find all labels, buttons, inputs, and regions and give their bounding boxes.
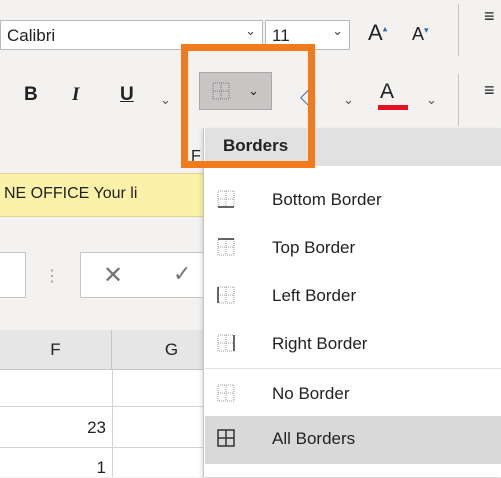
chevron-down-icon[interactable]: ⌄ (245, 23, 256, 39)
enter-check-icon[interactable]: ✓ (173, 261, 191, 287)
notification-bar: NE OFFICE Your li (0, 173, 210, 217)
menu-item-left-border[interactable]: Left Border (205, 273, 501, 321)
italic-button[interactable]: I (72, 84, 79, 106)
no-border-icon (217, 384, 235, 402)
underline-button[interactable]: U (120, 84, 134, 106)
menu-separator (205, 368, 501, 369)
decrease-font-size-icon[interactable]: A▾ (412, 24, 429, 45)
chevron-down-icon[interactable]: ⌄ (332, 23, 343, 39)
chevron-down-icon[interactable]: ⌄ (160, 92, 171, 108)
cancel-icon[interactable]: ✕ (103, 261, 123, 290)
font-color-swatch (378, 105, 408, 110)
menu-item-bottom-border[interactable]: Bottom Border (205, 177, 501, 225)
font-name-value: Calibri (7, 26, 56, 45)
bold-button[interactable]: B (24, 84, 38, 106)
left-border-icon (217, 286, 235, 304)
all-borders-icon (217, 429, 235, 447)
menu-item-label: No Border (272, 384, 350, 403)
menu-item-label: Top Border (272, 238, 356, 257)
cell-f-value[interactable]: 23 (0, 418, 106, 438)
row-gridline (0, 406, 210, 407)
menu-item-top-border[interactable]: Top Border (205, 225, 501, 273)
menu-item-right-border[interactable]: Right Border (205, 321, 501, 369)
menu-item-label: Left Border (272, 286, 357, 305)
column-gridline (112, 370, 113, 477)
bottom-border-icon (217, 190, 235, 208)
row-gridline (0, 447, 210, 448)
increase-font-size-icon[interactable]: A▴ (368, 20, 387, 46)
align-icon[interactable]: ≡ (484, 80, 495, 101)
formula-buttons: ✕ ✓ (80, 252, 220, 298)
formula-bar: ⋮ ✕ ✓ (0, 228, 220, 308)
align-icon[interactable]: ≡ (484, 6, 495, 27)
chevron-down-icon[interactable]: ⌄ (426, 92, 437, 108)
font-size-value: 11 (272, 26, 290, 45)
font-color-button[interactable]: A (380, 80, 394, 104)
cell-f-value[interactable]: 1 (0, 458, 106, 478)
column-header-f[interactable]: F (0, 330, 112, 370)
notification-text: NE OFFICE Your li (4, 185, 138, 202)
name-box[interactable] (0, 252, 26, 298)
chevron-down-icon[interactable]: ⌄ (343, 92, 354, 108)
menu-item-no-border[interactable]: No Border (205, 371, 501, 419)
menu-item-label: Right Border (272, 334, 368, 353)
menu-item-label: Bottom Border (272, 190, 382, 209)
menu-item-all-borders[interactable]: All Borders (205, 416, 501, 464)
right-border-icon (217, 334, 235, 352)
formula-drag-handle-icon[interactable]: ⋮ (44, 266, 60, 286)
ribbon-separator (458, 74, 459, 126)
ribbon-separator (458, 4, 459, 56)
top-border-icon (217, 238, 235, 256)
menu-item-label: All Borders (272, 429, 356, 448)
highlight-annotation (181, 44, 315, 168)
